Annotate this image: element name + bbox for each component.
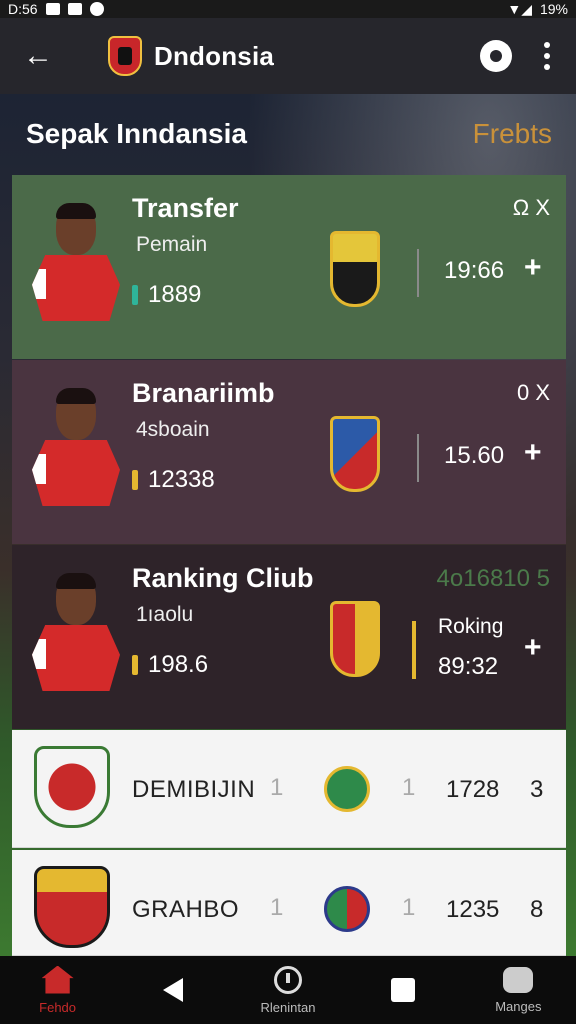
separator: 1 (270, 894, 284, 921)
status-time: D:56 (8, 1, 38, 17)
settings-icon[interactable] (480, 40, 512, 72)
card-stat: 12338 (148, 466, 215, 493)
club-badge-icon (330, 416, 380, 492)
club-name: GRAHBO (132, 896, 240, 923)
notification-icon (45, 3, 60, 15)
divider (417, 249, 419, 297)
ranking-row[interactable]: DEMIBIJIN 1 1 1728 3 (12, 730, 566, 848)
separator: 1 (270, 774, 284, 801)
back-icon (162, 978, 183, 1002)
card-title: Ranking Cliub (132, 563, 314, 593)
stat-bar-icon (132, 285, 138, 305)
club-score: 1235 (446, 896, 500, 923)
card-title: Transfer (132, 193, 239, 223)
news-card-second[interactable]: Branariimb 4sboain 12338 15.60 + 0 X (12, 360, 566, 544)
club-name: DEMIBIJIN (132, 776, 256, 803)
add-button[interactable]: + (524, 631, 542, 665)
nav-label: Rlenintan (260, 999, 316, 1015)
ranking-label: Roking (438, 615, 504, 638)
add-button[interactable]: + (524, 251, 542, 285)
card-subtitle: 1ıaolu (136, 603, 194, 626)
club-crest-icon (34, 746, 110, 828)
app-bar: ← Dndonsia (0, 18, 576, 94)
chat-icon (503, 966, 534, 993)
card-time: 15.60 (444, 442, 505, 469)
club-rank: 3 (530, 776, 544, 803)
back-arrow-icon[interactable]: ← (20, 38, 56, 74)
club-logo (108, 36, 142, 76)
card-corner-label[interactable]: Ω X (513, 195, 550, 221)
separator: 1 (402, 774, 416, 801)
app-title: Dndonsia (154, 40, 275, 71)
sync-icon (89, 2, 104, 16)
card-subtitle: 4sboain (136, 418, 210, 441)
card-subtitle: Pemain (136, 233, 208, 256)
divider (417, 434, 419, 482)
nav-overview[interactable] (348, 956, 458, 1024)
news-card-ranking[interactable]: Ranking Cliub 1ıaolu 198.6 Roking 89:32 … (12, 545, 566, 729)
home-icon (41, 965, 74, 994)
status-bar: D:56 ▼◢ 19% (0, 0, 576, 18)
card-time: 19:66 (444, 257, 505, 284)
nav-label: Fehdo (39, 999, 77, 1015)
news-card-transfer[interactable]: Transfer Pemain 1889 19:66 + Ω X (12, 175, 566, 359)
card-corner-label: 4o16810 5 (436, 565, 550, 592)
nav-back[interactable] (118, 956, 228, 1024)
ranking-row[interactable]: GRAHBO 1 1 1235 8 (12, 850, 566, 956)
card-stat: 1889 (148, 281, 202, 308)
card-time: 89:32 (438, 653, 499, 680)
nav-label: Manges (495, 998, 542, 1014)
club-badge-icon (330, 601, 380, 677)
clock-icon (273, 965, 302, 994)
section-link[interactable]: Frebts (473, 118, 552, 150)
club-crest-icon (34, 866, 110, 948)
signal-icon: ▼◢ (507, 0, 532, 17)
stat-bar-icon (132, 470, 138, 490)
club-badge-icon (330, 231, 380, 307)
message-icon (67, 3, 82, 15)
more-options-icon[interactable] (538, 42, 556, 70)
card-stat: 198.6 (148, 651, 209, 678)
square-icon (391, 978, 416, 1002)
player-avatar (32, 573, 122, 693)
nav-recent[interactable]: Rlenintan (233, 956, 343, 1024)
separator: 1 (402, 894, 416, 921)
divider (412, 621, 416, 679)
battery-level: 19% (539, 1, 568, 17)
player-avatar (32, 388, 122, 508)
player-avatar (32, 203, 122, 323)
club-rank: 8 (530, 896, 544, 923)
card-title: Branariimb (132, 378, 275, 408)
card-corner-label[interactable]: 0 X (517, 380, 550, 406)
opponent-crest-icon (324, 766, 370, 812)
club-score: 1728 (446, 776, 500, 803)
nav-home[interactable]: Fehdo (3, 956, 113, 1024)
add-button[interactable]: + (524, 436, 542, 470)
stat-bar-icon (132, 655, 138, 675)
nav-messages[interactable]: Manges (463, 956, 573, 1024)
bottom-navigation: Fehdo Rlenintan Manges (0, 956, 576, 1024)
opponent-crest-icon (324, 886, 370, 932)
section-title: Sepak Inndansia (26, 118, 247, 149)
